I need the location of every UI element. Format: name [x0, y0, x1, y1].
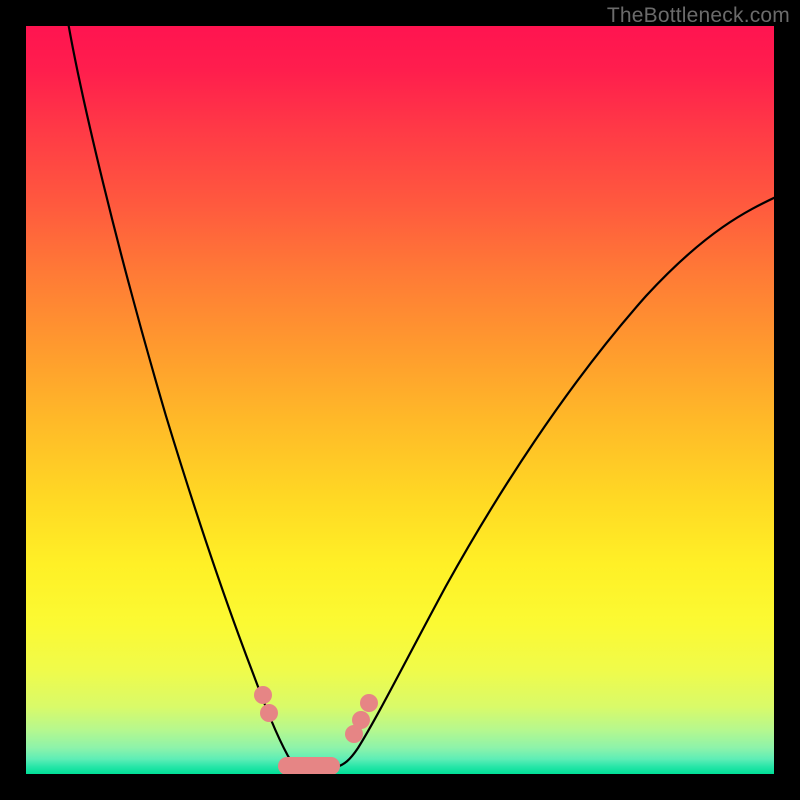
- marker-valley-band: [278, 757, 340, 774]
- marker-dot: [254, 686, 272, 704]
- left-curve: [68, 26, 302, 767]
- marker-dot: [352, 711, 370, 729]
- curve-layer: [26, 26, 774, 774]
- plot-area: [26, 26, 774, 774]
- watermark-text: TheBottleneck.com: [607, 4, 790, 28]
- marker-dot: [260, 704, 278, 722]
- right-curve: [336, 196, 774, 767]
- marker-dot: [360, 694, 378, 712]
